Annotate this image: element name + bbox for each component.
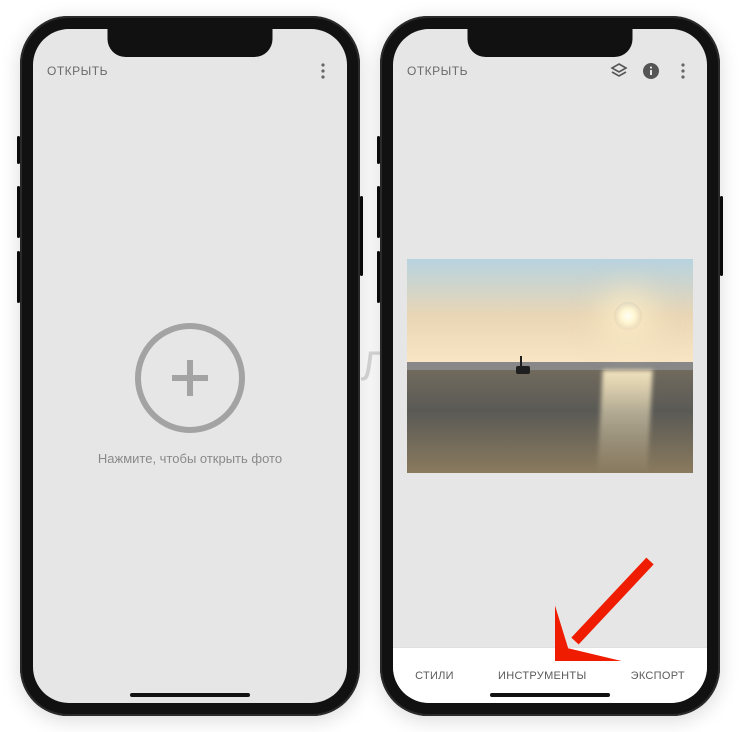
- open-button[interactable]: ОТКРЫТЬ: [407, 64, 468, 78]
- tab-tools[interactable]: ИНСТРУМЕНТЫ: [498, 670, 586, 682]
- screen-left: ОТКРЫТЬ Нажмите, чтобы открыть фото: [33, 29, 347, 703]
- more-icon[interactable]: [673, 61, 693, 81]
- tab-export[interactable]: ЭКСПОРТ: [631, 670, 685, 682]
- empty-content[interactable]: Нажмите, чтобы открыть фото: [33, 85, 347, 703]
- phone-right: ОТКРЫТЬ: [380, 16, 720, 716]
- screen-right: ОТКРЫТЬ: [393, 29, 707, 703]
- info-icon[interactable]: [641, 61, 661, 81]
- phone-left: ОТКРЫТЬ Нажмите, чтобы открыть фото: [20, 16, 360, 716]
- tab-styles[interactable]: СТИЛИ: [415, 670, 454, 682]
- open-button[interactable]: ОТКРЫТЬ: [47, 64, 108, 78]
- home-indicator[interactable]: [490, 693, 610, 697]
- notch: [108, 29, 273, 57]
- notch: [468, 29, 633, 57]
- loaded-photo: [407, 259, 693, 474]
- plus-icon: [135, 323, 245, 433]
- more-icon[interactable]: [313, 61, 333, 81]
- home-indicator[interactable]: [130, 693, 250, 697]
- empty-state-hint: Нажмите, чтобы открыть фото: [98, 451, 282, 466]
- layers-icon[interactable]: [609, 61, 629, 81]
- photo-content[interactable]: [393, 85, 707, 647]
